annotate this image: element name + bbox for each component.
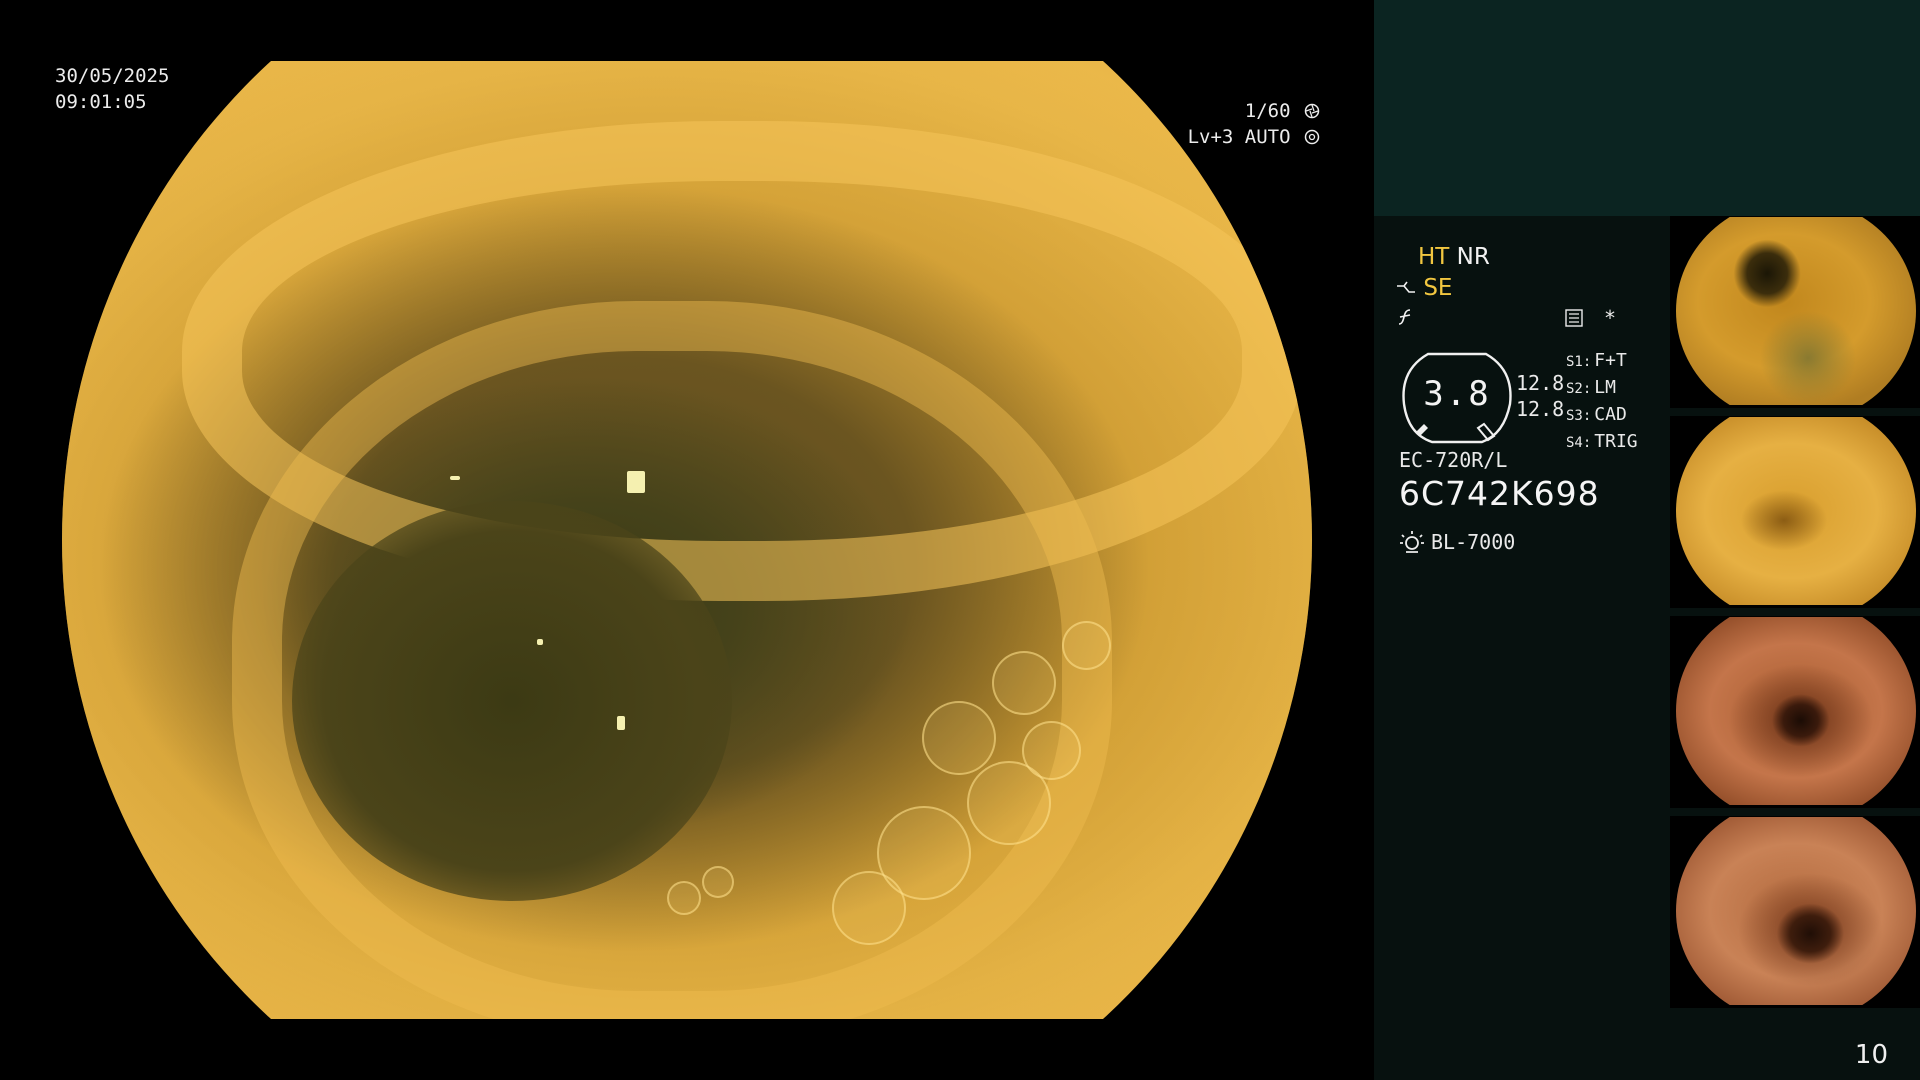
switch-key: S2:: [1566, 381, 1592, 397]
thumbnail-image: [1676, 817, 1916, 1005]
switch-value: LM: [1594, 377, 1616, 398]
captured-image-thumbnail[interactable]: [1670, 816, 1920, 1008]
time-text: 09:01:05: [55, 91, 147, 113]
shutter-icon: [1304, 103, 1320, 119]
lamp-icon: [1400, 531, 1424, 553]
switch-key: S3:: [1566, 408, 1592, 424]
bubble: [702, 866, 734, 898]
mucosal-fold: [232, 301, 1112, 1019]
switch-key: S4:: [1566, 435, 1592, 451]
lumen-shadow: [292, 501, 732, 901]
frame-number: 10: [1854, 1040, 1888, 1070]
debris-fleck: [450, 476, 460, 480]
shutter-speed: 1/60: [1244, 100, 1291, 122]
switch-row: S4: TRIG: [1566, 429, 1638, 456]
bubble: [922, 701, 996, 775]
captured-image-thumbnail[interactable]: [1670, 416, 1920, 608]
auto-iris-icon: [1304, 129, 1320, 145]
recording-icon: [1565, 309, 1583, 327]
se-label: SE: [1423, 275, 1453, 301]
switch-assignments: S1: F+T S2: LM S3: CAD S4: TRIG: [1566, 348, 1638, 456]
gauge-reading-2: 12.8: [1516, 397, 1565, 421]
thumbnail-image: [1676, 417, 1916, 605]
bubble: [992, 651, 1056, 715]
captured-image-thumbnail[interactable]: [1670, 216, 1920, 408]
color-enhancement-icon: [1398, 309, 1411, 325]
star-marker: *: [1604, 306, 1617, 330]
switch-row: S3: CAD: [1566, 402, 1638, 429]
gauge-reading-1: 12.8: [1516, 371, 1565, 395]
switch-value: F+T: [1594, 350, 1627, 371]
thumbnail-image: [1676, 217, 1916, 405]
exposure-mode: AUTO: [1244, 126, 1291, 148]
panel-header-area: [1374, 0, 1920, 216]
mucosal-fold: [182, 121, 1302, 601]
light-source: BL-7000: [1399, 530, 1515, 554]
debris-fleck: [537, 639, 543, 645]
light-source-label: BL-7000: [1431, 530, 1516, 554]
nr-label: NR: [1456, 244, 1490, 270]
scope-model: EC-720R/L: [1399, 448, 1508, 472]
endoscopy-display: 30/05/2025 09:01:05 1/60 Lv+3 AUTO HT NR: [0, 0, 1920, 1080]
switch-row: S1: F+T: [1566, 348, 1638, 375]
ht-label: HT: [1418, 244, 1450, 270]
thumbnail-image: [1676, 617, 1916, 805]
gauge-value: 3.8: [1423, 374, 1491, 414]
bubble: [667, 881, 701, 915]
exposure-overlay: 1/60 Lv+3 AUTO: [1188, 98, 1320, 150]
switch-value: TRIG: [1594, 431, 1638, 452]
brightness-level: Lv+3: [1187, 126, 1234, 148]
main-endoscope-view: [62, 61, 1312, 1019]
debris-fleck: [617, 716, 625, 730]
scope-serial: 6C742K698: [1399, 474, 1600, 513]
switch-key: S1:: [1566, 354, 1592, 370]
image-mode-block: HT NR SE: [1396, 242, 1490, 335]
captured-image-thumbnail[interactable]: [1670, 616, 1920, 808]
bubble: [1022, 721, 1081, 780]
debris-fleck: [627, 471, 645, 493]
status-icons: *: [1564, 306, 1616, 330]
switch-row: S2: LM: [1566, 375, 1638, 402]
gauge-readings: 12.8 12.8: [1516, 370, 1564, 422]
bubble: [1062, 621, 1111, 670]
bubble: [832, 871, 906, 945]
datetime-overlay: 30/05/2025 09:01:05: [55, 63, 169, 115]
date-text: 30/05/2025: [55, 65, 170, 87]
structure-enhancement-icon: [1397, 281, 1415, 293]
switch-value: CAD: [1594, 404, 1627, 425]
